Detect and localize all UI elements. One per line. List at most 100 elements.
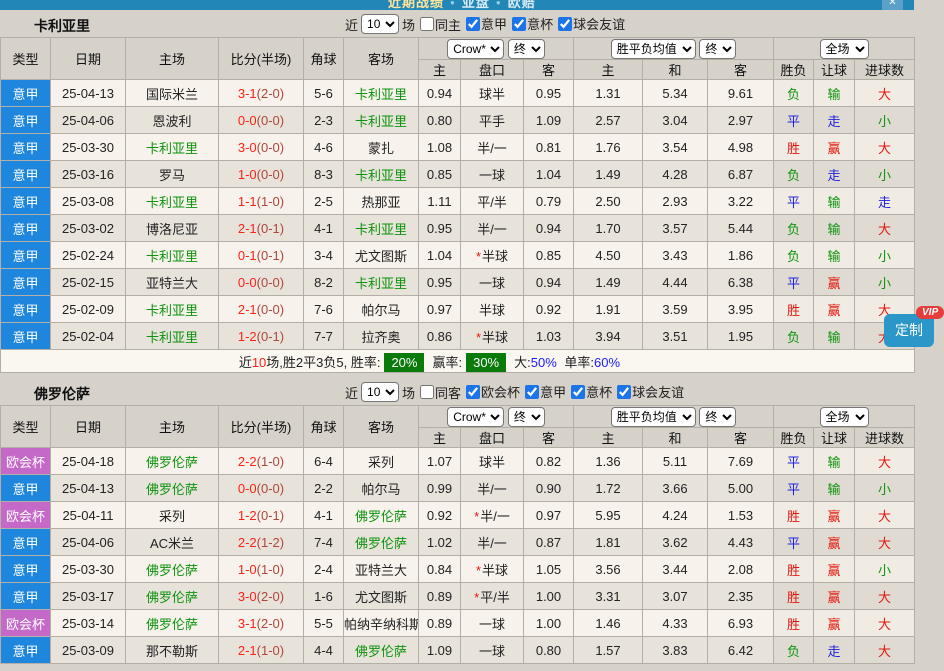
score-cell: 1-0(0-0) bbox=[219, 161, 304, 188]
euro-final-select[interactable]: 终 bbox=[699, 407, 736, 427]
corner-cell: 2-5 bbox=[304, 188, 344, 215]
league-filter: 意杯 bbox=[512, 14, 553, 33]
match-row: 欧会杯25-03-14佛罗伦萨3-1(2-0)5-5帕纳辛纳科斯10.89一球1… bbox=[1, 610, 915, 637]
score-cell: 2-1(0-0) bbox=[219, 296, 304, 323]
euro-average-select[interactable]: 胜平负均值 bbox=[611, 407, 696, 427]
col-header-wdl: 胜负 bbox=[774, 428, 814, 448]
home-team-cell: 罗马 bbox=[126, 161, 219, 188]
away-team-cell: 采列 bbox=[344, 448, 419, 475]
euro-home-odds-cell: 2.57 bbox=[574, 107, 643, 134]
close-icon[interactable]: ✕ bbox=[882, 0, 903, 10]
match-filters: 近 10 场 同客 欧会杯意甲意杯球会友谊 bbox=[345, 380, 684, 404]
euro-odds-group-header: 胜平负均值 终 bbox=[574, 406, 774, 428]
league-checkbox[interactable] bbox=[512, 17, 526, 31]
match-table-body: 欧会杯25-04-18佛罗伦萨2-2(1-0)6-4采列1.07球半0.821.… bbox=[1, 448, 915, 664]
match-table-body: 意甲25-04-13国际米兰3-1(2-0)5-6卡利亚里0.94球半0.951… bbox=[1, 80, 915, 373]
nav-item-euro-odds[interactable]: 欧赔 bbox=[508, 0, 536, 10]
handicap-cell: 半/一 bbox=[461, 134, 524, 161]
asian-final-select[interactable]: 终 bbox=[508, 407, 545, 427]
euro-away-odds-cell: 1.86 bbox=[708, 242, 774, 269]
corner-cell: 4-1 bbox=[304, 215, 344, 242]
league-cell: 意甲 bbox=[1, 323, 51, 350]
same-venue-checkbox[interactable] bbox=[420, 385, 434, 399]
col-header-euro-home: 主 bbox=[574, 428, 643, 448]
same-venue-label: 同客 bbox=[435, 383, 461, 402]
euro-away-odds-cell: 2.08 bbox=[708, 556, 774, 583]
date-cell: 25-02-15 bbox=[51, 269, 126, 296]
league-label: 欧会杯 bbox=[481, 382, 520, 401]
nav-item-asian-handicap[interactable]: 亚盘 bbox=[462, 0, 490, 10]
euro-odds-group-header: 胜平负均值 终 bbox=[574, 38, 774, 60]
away-team-cell: 热那亚 bbox=[344, 188, 419, 215]
euro-draw-odds-cell: 3.51 bbox=[643, 323, 708, 350]
wdl-result-cell: 胜 bbox=[774, 556, 814, 583]
corner-cell: 8-3 bbox=[304, 161, 344, 188]
away-team-cell: 尤文图斯 bbox=[344, 242, 419, 269]
col-header-corner: 角球 bbox=[304, 38, 344, 80]
league-filter-group: 意甲意杯球会友谊 bbox=[461, 14, 625, 34]
league-cell: 意甲 bbox=[1, 475, 51, 502]
section-header: 佛罗伦萨 近 10 场 同客 欧会杯意甲意杯球会友谊 bbox=[0, 378, 944, 405]
match-row: 意甲25-04-13国际米兰3-1(2-0)5-6卡利亚里0.94球半0.951… bbox=[1, 80, 915, 107]
date-cell: 25-03-17 bbox=[51, 583, 126, 610]
euro-average-select[interactable]: 胜平负均值 bbox=[611, 39, 696, 59]
recent-count-select[interactable]: 10 bbox=[361, 382, 399, 402]
scope-select[interactable]: 全场 bbox=[820, 407, 869, 427]
away-team-cell: 卡利亚里 bbox=[344, 80, 419, 107]
wdl-result-cell: 胜 bbox=[774, 610, 814, 637]
asian-odds-group-header: Crow* 终 bbox=[419, 406, 574, 428]
matches-table: 类型 日期 主场 比分(半场) 角球 客场 Crow* 终 胜平负均值 终 bbox=[0, 37, 915, 373]
score-cell: 0-1(0-1) bbox=[219, 242, 304, 269]
goals-result-cell: 小 bbox=[855, 242, 915, 269]
handicap-result-cell: 输 bbox=[814, 448, 855, 475]
home-team-cell: 那不勒斯 bbox=[126, 637, 219, 664]
league-filter: 球会友谊 bbox=[558, 14, 625, 33]
asian-home-odds-cell: 0.92 bbox=[419, 502, 461, 529]
league-checkbox[interactable] bbox=[466, 17, 480, 31]
col-header-home: 主场 bbox=[126, 406, 219, 448]
main-content: 卡利亚里 近 10 场 同主 意甲意杯球会友谊 类型 bbox=[0, 10, 944, 664]
odds-company-select[interactable]: Crow* bbox=[447, 39, 504, 59]
league-checkbox[interactable] bbox=[466, 385, 480, 399]
handicap-cell: 一球 bbox=[461, 610, 524, 637]
league-checkbox[interactable] bbox=[525, 385, 539, 399]
asian-final-select[interactable]: 终 bbox=[508, 39, 545, 59]
goals-result-cell: 小 bbox=[855, 475, 915, 502]
date-cell: 25-03-02 bbox=[51, 215, 126, 242]
euro-final-select[interactable]: 终 bbox=[699, 39, 736, 59]
nav-item-recent-results[interactable]: 近期战绩 bbox=[388, 0, 444, 10]
away-team-cell: 帕尔马 bbox=[344, 296, 419, 323]
league-cell: 意甲 bbox=[1, 215, 51, 242]
wdl-result-cell: 平 bbox=[774, 448, 814, 475]
games-unit-label: 场 bbox=[402, 15, 415, 34]
away-team-cell: 卡利亚里 bbox=[344, 215, 419, 242]
goals-result-cell: 小 bbox=[855, 269, 915, 296]
wdl-result-cell: 负 bbox=[774, 215, 814, 242]
euro-home-odds-cell: 3.56 bbox=[574, 556, 643, 583]
league-checkbox[interactable] bbox=[617, 385, 631, 399]
summary-row: 近10场,胜2平3负5, 胜率:20%赢率:30%大:50% 单率:60% bbox=[1, 350, 915, 373]
col-header-euro-home: 主 bbox=[574, 60, 643, 80]
col-header-date: 日期 bbox=[51, 38, 126, 80]
euro-away-odds-cell: 6.42 bbox=[708, 637, 774, 664]
odds-company-select[interactable]: Crow* bbox=[447, 407, 504, 427]
same-venue-checkbox[interactable] bbox=[420, 17, 434, 31]
score-cell: 3-1(2-0) bbox=[219, 610, 304, 637]
league-checkbox[interactable] bbox=[571, 385, 585, 399]
handicap-result-cell: 赢 bbox=[814, 556, 855, 583]
score-cell: 0-0(0-0) bbox=[219, 269, 304, 296]
team-section-cagliari: 卡利亚里 近 10 场 同主 意甲意杯球会友谊 类型 bbox=[0, 10, 944, 373]
euro-home-odds-cell: 3.94 bbox=[574, 323, 643, 350]
col-header-date: 日期 bbox=[51, 406, 126, 448]
handicap-cell: 一球 bbox=[461, 269, 524, 296]
match-row: 意甲25-03-30卡利亚里3-0(0-0)4-6蒙扎1.08半/一0.811.… bbox=[1, 134, 915, 161]
scope-select[interactable]: 全场 bbox=[820, 39, 869, 59]
date-cell: 25-03-08 bbox=[51, 188, 126, 215]
recent-count-select[interactable]: 10 bbox=[361, 14, 399, 34]
euro-home-odds-cell: 1.72 bbox=[574, 475, 643, 502]
league-label: 意甲 bbox=[540, 382, 566, 401]
league-checkbox[interactable] bbox=[558, 17, 572, 31]
col-header-home: 主场 bbox=[126, 38, 219, 80]
league-filter-group: 欧会杯意甲意杯球会友谊 bbox=[461, 382, 684, 402]
col-header-handicap: 盘口 bbox=[461, 428, 524, 448]
